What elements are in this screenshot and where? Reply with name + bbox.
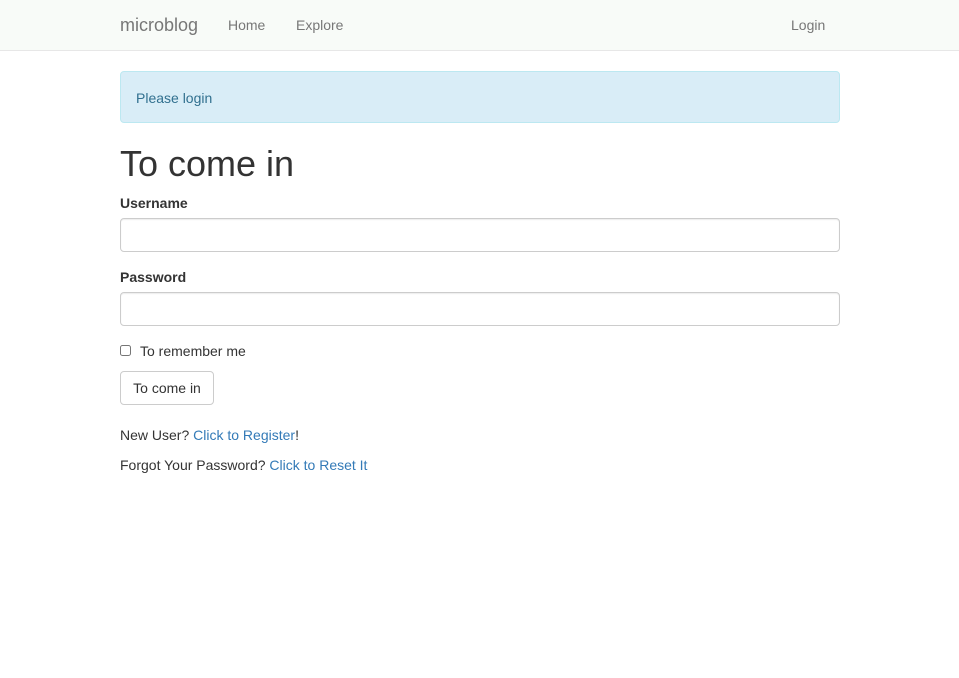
brand-link[interactable]: microblog — [120, 15, 198, 36]
register-link[interactable]: Click to Register — [193, 427, 295, 443]
password-input[interactable] — [120, 292, 840, 326]
password-label: Password — [120, 269, 187, 285]
remember-me-label: To remember me — [140, 343, 246, 359]
nav-login[interactable]: Login — [791, 17, 825, 33]
reset-password-link[interactable]: Click to Reset It — [269, 457, 367, 473]
new-user-text: New User? — [120, 427, 190, 443]
forgot-password-text: Forgot Your Password? — [120, 457, 266, 473]
username-label: Username — [120, 195, 188, 211]
remember-me-checkbox[interactable] — [120, 345, 131, 356]
register-line: New User? Click to Register! — [120, 427, 299, 443]
reset-line: Forgot Your Password? Click to Reset It — [120, 457, 367, 473]
info-alert: Please login — [120, 71, 840, 123]
register-suffix: ! — [295, 427, 299, 443]
username-input[interactable] — [120, 218, 840, 252]
submit-button[interactable]: To come in — [120, 371, 214, 405]
alert-message: Please login — [136, 90, 213, 106]
nav-home[interactable]: Home — [228, 17, 265, 33]
nav-explore[interactable]: Explore — [296, 17, 343, 33]
navbar: microblog Home Explore Login — [0, 0, 959, 51]
page-title: To come in — [120, 143, 295, 184]
